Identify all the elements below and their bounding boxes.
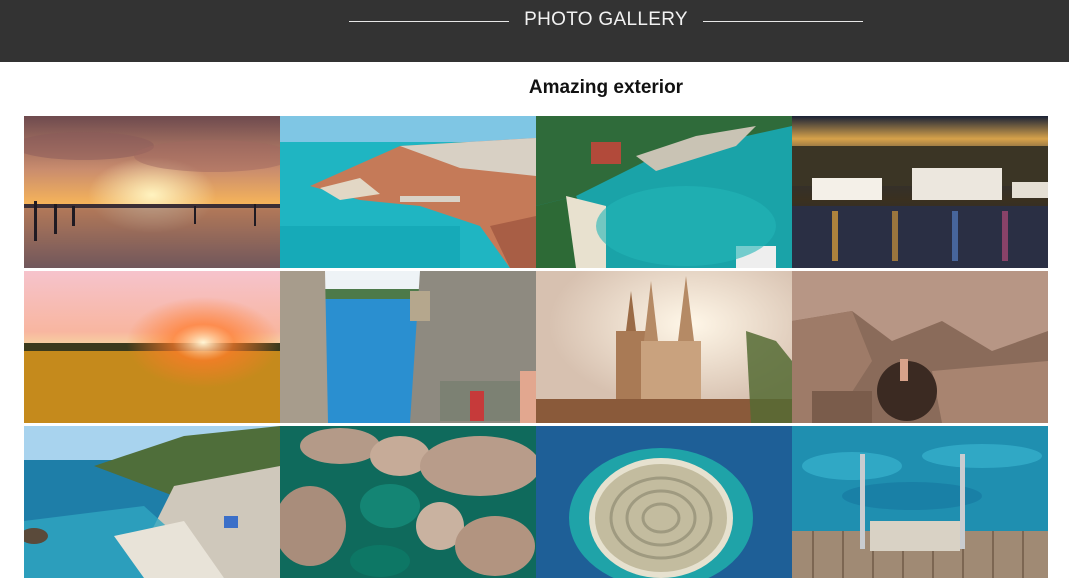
rock-cliff-image: [792, 271, 1048, 423]
photo-fingerprint-island-aerial[interactable]: [536, 426, 792, 578]
photo-old-town-harbor-aerial[interactable]: [280, 116, 536, 268]
header-divider-left: [349, 21, 509, 22]
cathedral-spires-image: [536, 271, 792, 423]
section-title: Amazing exterior: [528, 77, 684, 98]
photo-rocky-beach-bay[interactable]: [24, 426, 280, 578]
photo-sunflower-field-sunset[interactable]: [24, 271, 280, 423]
sunflower-field-image: [24, 271, 280, 423]
photo-narrow-alley-sea-view[interactable]: [280, 271, 536, 423]
header-divider-right: [703, 21, 863, 22]
old-town-harbor-image: [280, 116, 536, 268]
turquoise-cove-image: [536, 116, 792, 268]
photo-rocks-turquoise-water-aerial[interactable]: [280, 426, 536, 578]
photo-night-harbor-cruise-ships[interactable]: [792, 116, 1048, 268]
photo-grid: [24, 116, 1048, 578]
night-harbor-image: [792, 116, 1048, 268]
photo-rock-cliff-climber[interactable]: [792, 271, 1048, 423]
rocky-beach-image: [24, 426, 280, 578]
pool-ladder-image: [792, 426, 1048, 578]
photo-cathedral-spires[interactable]: [536, 271, 792, 423]
sunset-reflection-image: [24, 116, 280, 268]
photo-turquoise-cove-aerial[interactable]: [536, 116, 792, 268]
page-title: PHOTO GALLERY: [524, 9, 688, 30]
fingerprint-island-image: [536, 426, 792, 578]
photo-pool-ladder-dock[interactable]: [792, 426, 1048, 578]
narrow-alley-image: [280, 271, 536, 423]
rocks-water-image: [280, 426, 536, 578]
photo-sunset-reflection-beach[interactable]: [24, 116, 280, 268]
gallery-header: PHOTO GALLERY: [0, 0, 1069, 62]
